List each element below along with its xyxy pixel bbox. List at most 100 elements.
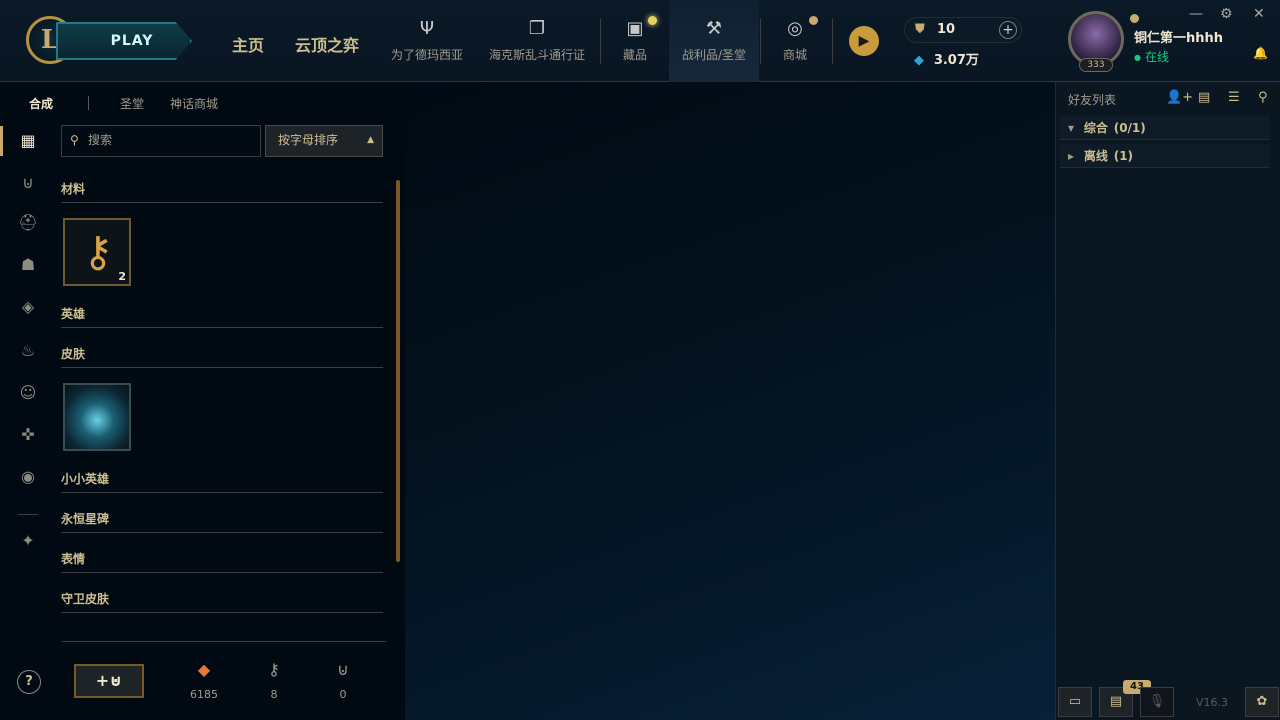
help-icon[interactable]: ?	[17, 670, 41, 694]
category-ward-skins: 守卫皮肤	[61, 589, 383, 613]
profile-icon[interactable]: ◉	[17, 466, 39, 488]
search-placeholder: 搜索	[88, 133, 113, 147]
key-fragment-icon: ⚷	[268, 660, 280, 679]
collection-notification-dot	[648, 16, 657, 25]
category-eternals: 永恒星碑	[61, 509, 383, 533]
skin-mask-icon[interactable]: ☗	[17, 254, 39, 276]
little-legend-icon[interactable]: ♨	[17, 340, 39, 362]
mythic-essence-icon: ⊍	[337, 660, 349, 679]
add-folder-icon[interactable]: ▤	[1198, 90, 1210, 105]
sort-label: 按字母排序	[278, 133, 339, 147]
tab-sanctum[interactable]: 圣堂	[120, 95, 144, 112]
group-count: (1)	[1113, 149, 1134, 163]
chat-icon[interactable]: ▭	[1058, 687, 1092, 717]
all-items-grid-icon[interactable]: ▦	[17, 130, 39, 152]
play-button[interactable]: PLAY	[56, 22, 192, 60]
group-count: (0/1)	[1113, 121, 1146, 135]
client-version: V16.3	[1196, 696, 1229, 709]
friends-panel: 好友列表 👤+ ▤ ☰ ⚲ ▾ 综合 (0/1) ▸ 离线 (1)	[1055, 82, 1280, 720]
category-little-legends: 小小英雄	[61, 469, 383, 493]
nav-demacia[interactable]: Ψ 为了德玛西亚	[386, 0, 468, 82]
eternals-icon[interactable]: ✜	[17, 424, 39, 446]
nav-arena-pass[interactable]: ❐ 海克斯乱斗通行证	[484, 0, 590, 82]
emote-icon[interactable]: ☺	[17, 382, 39, 404]
prime-gaming-icon[interactable]: ▶	[849, 26, 879, 56]
rp-balance: ⛊ 10 +	[904, 17, 1022, 43]
mythic-essence-counter: ⊍ 0	[323, 660, 363, 701]
list-view-icon[interactable]: ☰	[1228, 90, 1240, 105]
friend-group-offline[interactable]: ▸ 离线 (1)	[1060, 144, 1270, 168]
trident-icon: Ψ	[419, 18, 435, 39]
tab-crafting[interactable]: 合成	[29, 95, 53, 112]
buy-rp-button[interactable]: +	[999, 21, 1017, 39]
key-fragment-value: 8	[270, 688, 278, 701]
nav-store-label: 商城	[782, 48, 807, 62]
add-friend-icon[interactable]: 👤+	[1166, 90, 1193, 105]
orange-essence-counter: ◆ 6185	[184, 660, 224, 701]
profile-notification-dot	[1130, 14, 1139, 23]
nav-demacia-label: 为了德玛西亚	[390, 48, 463, 62]
microphone-icon[interactable]: 🎙	[1140, 687, 1174, 717]
blue-essence-balance: ◆ 3.07万	[914, 49, 979, 68]
tab-mythic-shop[interactable]: 神话商城	[170, 95, 218, 112]
nav-collection[interactable]: ▣ 藏品	[612, 0, 658, 82]
chest-filter-icon[interactable]: ⊍	[17, 172, 39, 194]
category-materials: 材料	[61, 179, 383, 203]
bottom-divider	[62, 641, 386, 642]
orange-essence-value: 6185	[190, 688, 218, 701]
search-icon: ⚲	[70, 133, 79, 147]
nav-store[interactable]: ◎ 商城	[770, 0, 820, 82]
tab-divider	[88, 96, 89, 110]
skin-art-image	[65, 385, 129, 449]
nav-loot-label: 战利品/圣堂	[681, 48, 747, 62]
sort-arrows-icon: ▲	[367, 135, 374, 145]
sort-dropdown[interactable]: 按字母排序 ▲	[265, 125, 383, 157]
loot-hammer-icon: ⚒	[705, 18, 723, 39]
champion-helmet-icon[interactable]: ⛑	[17, 212, 39, 234]
close-icon[interactable]: ✕	[1253, 6, 1265, 22]
category-emotes: 表情	[61, 549, 383, 573]
category-champions: 英雄	[61, 304, 383, 328]
rp-value: 10	[937, 22, 956, 37]
rail-active-indicator	[0, 126, 3, 156]
nav-collection-label: 藏品	[622, 48, 647, 62]
add-chest-button[interactable]: +⊍	[74, 664, 144, 698]
item-count: 2	[118, 270, 126, 283]
nav-tft[interactable]: 云顶之弈	[295, 32, 359, 56]
ward-icon[interactable]: ◈	[17, 296, 39, 318]
skin-shard-tile[interactable]	[63, 383, 131, 451]
nav-divider	[760, 18, 761, 64]
blue-essence-icon: ◆	[914, 53, 924, 68]
orange-essence-icon: ◆	[197, 660, 211, 679]
notifications-bell-icon[interactable]: 🔔	[1253, 46, 1268, 60]
summoner-name[interactable]: 铜仁第一hhhh	[1134, 27, 1223, 46]
hextech-key-icon: ⚷	[82, 227, 114, 276]
search-friends-icon[interactable]: ⚲	[1258, 90, 1268, 105]
friend-group-general[interactable]: ▾ 综合 (0/1)	[1060, 116, 1270, 140]
hextech-key-tile[interactable]: ⚷ 2	[63, 218, 131, 286]
expand-arrow-icon: ▾	[1068, 121, 1075, 135]
collapse-arrow-icon: ▸	[1068, 149, 1075, 163]
category-skins: 皮肤	[61, 344, 383, 368]
online-status[interactable]: 在线	[1134, 48, 1169, 65]
group-label: 离线	[1083, 149, 1108, 163]
rail-divider	[18, 514, 38, 515]
top-bar: L PLAY 主页 云顶之弈 Ψ 为了德玛西亚 ❐ 海克斯乱斗通行证 ▣ 藏品 …	[0, 0, 1280, 82]
nav-home[interactable]: 主页	[232, 32, 264, 56]
mythic-icon[interactable]: ✦	[17, 530, 39, 552]
nav-loot[interactable]: ⚒ 战利品/圣堂	[669, 0, 759, 82]
nav-divider	[600, 18, 601, 64]
store-notification-dot	[809, 16, 818, 25]
rp-icon: ⛊	[915, 22, 925, 37]
nav-arena-pass-label: 海克斯乱斗通行证	[488, 48, 585, 62]
mythic-essence-value: 0	[339, 688, 347, 701]
bug-report-icon[interactable]: ✿	[1245, 687, 1279, 717]
be-value: 3.07万	[933, 53, 979, 68]
group-label: 综合	[1083, 121, 1108, 135]
settings-gear-icon[interactable]: ⚙	[1220, 6, 1233, 22]
scrollbar[interactable]	[396, 180, 400, 562]
minimize-icon[interactable]: —	[1189, 6, 1203, 22]
pass-cards-icon: ❐	[528, 18, 546, 39]
search-input[interactable]: ⚲ 搜索	[61, 125, 261, 157]
friends-title: 好友列表	[1068, 93, 1117, 107]
